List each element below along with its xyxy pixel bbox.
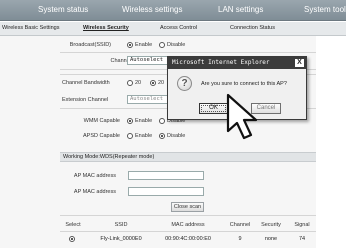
bandwidth-2040-radio[interactable]: 20 <box>150 80 164 86</box>
top-nav: System status Wireless settings LAN sett… <box>0 0 346 21</box>
cell-channel: 9 <box>238 236 242 242</box>
cell-mac: 00:90:4C:00:00:E0 <box>165 236 211 242</box>
sub-nav: Wireless Basic Settings Wireless Securit… <box>0 22 346 36</box>
tab-wireless-basic-settings[interactable]: Wireless Basic Settings <box>2 25 59 31</box>
ap-mac-address-input-2[interactable] <box>128 187 204 196</box>
column-header-mac: MAC address <box>171 222 205 228</box>
ok-button[interactable]: OK <box>199 103 228 114</box>
mouse-pointer-icon <box>226 93 258 140</box>
close-scan-button[interactable]: Close scan <box>171 202 204 212</box>
apsd-enable-radio[interactable]: Enable <box>127 133 152 139</box>
nav-lan-settings[interactable]: LAN settings <box>218 5 263 14</box>
close-icon[interactable]: X <box>295 59 304 67</box>
radio-dot-icon <box>127 118 133 124</box>
divider <box>60 231 316 232</box>
column-header-security: Security <box>261 222 281 228</box>
channel-label: Channel <box>110 58 132 64</box>
column-header-select: Select <box>65 222 81 228</box>
column-header-signal: Signal <box>294 222 310 228</box>
nav-system-status[interactable]: System status <box>38 5 88 14</box>
broadcast-ssid-label: Broadcast(SSID) <box>69 42 111 48</box>
wds-section-header: Working Mode:WDS(Repeater mode) <box>60 152 316 162</box>
wmm-enable-radio[interactable]: Enable <box>127 118 152 124</box>
cell-signal: 74 <box>298 236 306 242</box>
radio-dot-icon <box>127 133 133 139</box>
bandwidth-20-radio[interactable]: 20 <box>127 80 141 86</box>
cell-ssid: Fly-Link_0000E0 <box>100 236 142 242</box>
apsd-capable-label: APSD Capable <box>83 133 120 139</box>
dialog-title: Microsoft Internet Explorer <box>168 57 306 69</box>
extension-channel-label: Extension Channel <box>62 97 109 103</box>
channel-select[interactable]: Autoselect <box>127 56 171 65</box>
dialog-message: Are you sure to connect to this AP? <box>201 81 287 87</box>
select-ap-radio[interactable] <box>69 236 77 242</box>
radio-dot-icon <box>150 80 156 86</box>
divider <box>60 215 316 216</box>
nav-wireless-settings[interactable]: Wireless settings <box>122 5 182 14</box>
radio-dot-icon <box>127 42 133 48</box>
wmm-capable-label: WMM Capable <box>83 118 120 124</box>
ap-mac-address-label-2: AP MAC address <box>73 189 116 195</box>
question-icon: ? <box>177 76 192 91</box>
tab-connection-status[interactable]: Connection Status <box>230 25 275 31</box>
nav-system-tools[interactable]: System tools <box>304 5 346 14</box>
cell-security: none <box>264 236 278 242</box>
column-header-ssid: SSID <box>114 222 128 228</box>
ap-mac-address-input-1[interactable] <box>128 171 204 180</box>
broadcast-enable-radio[interactable]: Enable <box>127 42 152 48</box>
radio-dot-icon <box>69 236 75 242</box>
radio-dot-icon <box>127 80 133 86</box>
radio-dot-icon <box>159 118 165 124</box>
radio-dot-icon <box>159 42 165 48</box>
divider <box>60 52 316 53</box>
apsd-disable-radio[interactable]: Disable <box>159 133 185 139</box>
radio-dot-icon <box>159 133 165 139</box>
tab-access-control[interactable]: Access Control <box>160 25 197 31</box>
ap-mac-address-label-1: AP MAC address <box>73 173 116 179</box>
broadcast-disable-radio[interactable]: Disable <box>159 42 185 48</box>
channel-bandwidth-label: Channel Bandwidth <box>62 80 110 86</box>
column-header-channel: Channel <box>229 222 251 228</box>
extension-channel-select[interactable]: Autoselect <box>127 95 171 104</box>
tab-wireless-security[interactable]: Wireless Security <box>83 25 129 31</box>
